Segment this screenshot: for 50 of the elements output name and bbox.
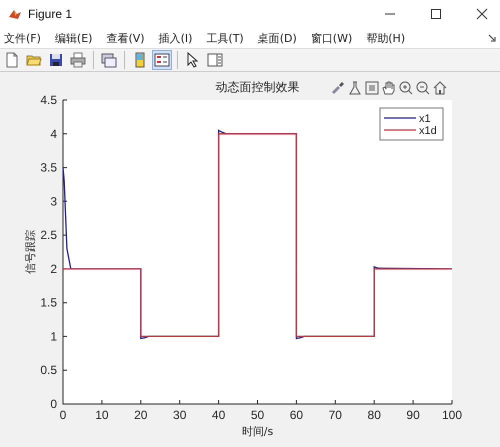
tick-label: 3.5 — [40, 160, 57, 175]
y-axis-label: 信号跟踪 — [24, 230, 37, 274]
close-icon[interactable] — [476, 8, 488, 20]
tick-label: 90 — [406, 408, 420, 422]
legend-label: x1d — [419, 125, 437, 137]
zoom-out-icon[interactable] — [416, 82, 430, 94]
brush-icon[interactable] — [332, 82, 344, 94]
pan-hand-icon[interactable] — [382, 82, 394, 94]
tick-label: 50 — [250, 408, 264, 422]
legend-line — [384, 129, 416, 131]
legend-line — [384, 117, 416, 119]
tick-label: 80 — [368, 408, 381, 422]
legend-box — [380, 108, 444, 140]
tick-label: 2.5 — [40, 228, 57, 242]
tick-label: 1 — [50, 329, 57, 344]
legend-label: x1 — [419, 113, 431, 125]
x-axis-label: 时间/s — [242, 425, 274, 438]
tick-label: 0 — [60, 408, 66, 422]
menu-item[interactable]: 桌面(D) — [258, 30, 297, 46]
tick-label: 0.5 — [40, 363, 57, 378]
tick-label: 100 — [442, 408, 462, 422]
tick-label: 10 — [95, 408, 109, 422]
chart-title: 动态面控制效果 — [216, 80, 300, 94]
tick-label: 4 — [50, 126, 57, 141]
menu-item[interactable]: 工具(T) — [206, 30, 244, 46]
legend-icon[interactable] — [152, 50, 172, 70]
flask-icon[interactable] — [349, 82, 361, 94]
window-title: Figure 1 — [28, 7, 72, 21]
tick-label: 0 — [50, 397, 57, 411]
tick-label: 40 — [212, 408, 226, 422]
dock-arrow-icon[interactable] — [488, 34, 496, 42]
tick-label: 3 — [50, 194, 57, 208]
tick-label: 4.5 — [40, 93, 57, 107]
home-icon[interactable] — [434, 81, 446, 94]
tick-label: 70 — [328, 408, 342, 422]
menu-item[interactable]: 帮助(H) — [366, 30, 406, 46]
list-icon[interactable] — [366, 82, 378, 94]
tick-label: 1.5 — [40, 296, 57, 310]
menu-item[interactable]: 编辑(E) — [54, 30, 92, 46]
tick-label: 30 — [173, 408, 186, 422]
tick-label: 20 — [134, 408, 148, 422]
menu-item[interactable]: 窗口(W) — [310, 30, 352, 46]
menu-item[interactable]: 文件(F) — [4, 30, 41, 46]
tick-label: 2 — [50, 262, 57, 276]
zoom-in-icon[interactable] — [400, 82, 412, 94]
tick-label: 60 — [290, 408, 304, 422]
printer-icon[interactable] — [68, 50, 88, 70]
menu-item[interactable]: 插入(I) — [158, 30, 192, 46]
maximize-icon[interactable] — [430, 8, 442, 20]
menu-item[interactable]: 查看(V) — [106, 30, 145, 46]
